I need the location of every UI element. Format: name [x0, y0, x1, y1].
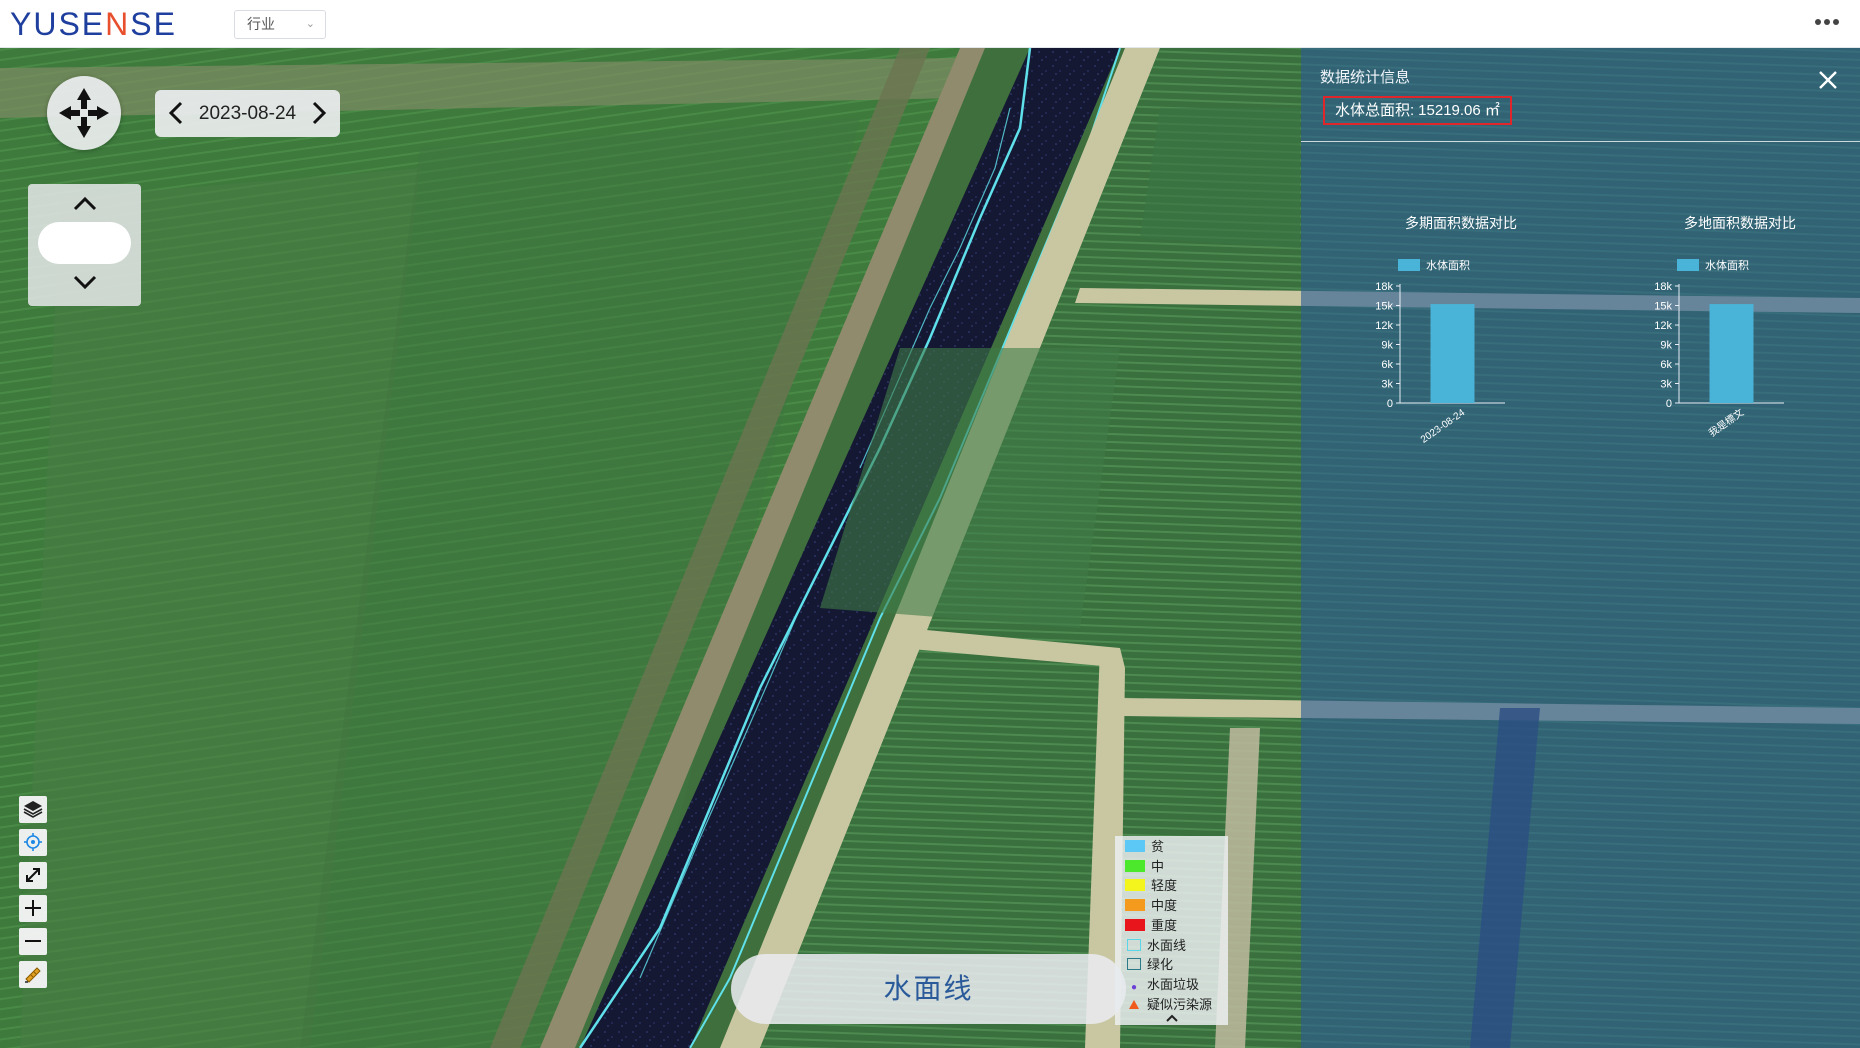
map-legend: 贫中轻度中度重度水面线绿化 ● 水面垃圾疑似污染源 [1115, 836, 1228, 1025]
chart-y-tick-label: 6k [1381, 359, 1393, 371]
legend-item: 轻度 [1125, 878, 1177, 894]
fullscreen-icon [26, 868, 40, 882]
chart-legend-label: 水体面积 [1705, 258, 1749, 272]
locate-icon [24, 833, 42, 851]
industry-select[interactable]: 行业 ⌄ [234, 10, 326, 39]
chart-y-tick-label: 18k [1654, 281, 1672, 293]
legend-outline-swatch [1127, 958, 1141, 971]
layers-icon [23, 801, 43, 818]
chart-y-tick-label: 12k [1654, 320, 1672, 332]
chart-y-tick-label: 15k [1375, 301, 1393, 313]
legend-swatch [1125, 859, 1145, 872]
legend-collapse-button[interactable] [1164, 1011, 1180, 1023]
logo: YUSENSE [10, 6, 177, 42]
locate-button[interactable] [19, 829, 47, 856]
legend-label: 中度 [1151, 898, 1178, 914]
tilt-down-button[interactable] [69, 270, 101, 296]
legend-item: 重度 [1125, 918, 1177, 934]
legend-label: 贫 [1151, 839, 1165, 854]
logo-text-tail: SE [130, 6, 177, 42]
chart-x-tick-label: 我是標文 [1706, 406, 1746, 440]
chart-bar [1709, 304, 1754, 403]
charts-area: 多期面积数据对比水体面积 0 3k 6k 9k 12k 15k 18k 2023-08-24 多地… [1375, 215, 1796, 446]
legend-dot-icon: ● [1130, 981, 1138, 993]
tilt-up-button[interactable] [69, 190, 101, 216]
legend-triangle-icon [1127, 998, 1141, 1010]
logo-text-main: YUSE [10, 6, 106, 42]
chart-y-tick-label: 9k [1660, 340, 1672, 352]
chart-x-tick-label: 2023-08-24 [1419, 407, 1468, 446]
top-bar: YUSENSE 行业 ⌄ [0, 0, 1860, 48]
industry-select-value: 行业 [247, 16, 275, 32]
chart-y-tick-label: 12k [1375, 320, 1393, 332]
measure-button[interactable] [19, 961, 47, 988]
close-icon [1819, 71, 1837, 89]
chart-y-tick-label: 6k [1660, 359, 1672, 371]
recenter-button[interactable] [47, 76, 121, 150]
legend-swatch [1125, 918, 1145, 931]
chart-title: 多地面积数据对比 [1684, 215, 1796, 231]
waterline-layer-button[interactable]: 水面线 [731, 954, 1126, 1024]
current-date: 2023-08-24 [198, 103, 297, 124]
zoom-out-icon [25, 940, 41, 942]
chart-y-tick-label: 0 [1666, 398, 1672, 410]
legend-item: 贫 [1125, 839, 1164, 855]
legend-swatch [1125, 879, 1145, 892]
chart-bar [1430, 304, 1475, 403]
legend-label: 绿化 [1147, 957, 1174, 973]
legend-item: 中 [1125, 859, 1164, 875]
chart-y-tick-label: 15k [1654, 301, 1672, 313]
stats-title: 数据统计信息 [1320, 69, 1411, 86]
legend-label: 水面线 [1147, 937, 1187, 953]
tilt-control [28, 184, 141, 306]
more-menu-button[interactable] [1814, 8, 1840, 41]
total-area-value: 15219.06 ㎡ [1418, 102, 1500, 119]
ruler-icon [25, 967, 41, 983]
legend-item: 绿化 [1125, 957, 1173, 973]
chart-y-tick-label: 0 [1387, 398, 1393, 410]
chevron-up-icon [1166, 1014, 1178, 1022]
legend-swatch [1125, 899, 1145, 912]
panel-divider [1301, 141, 1860, 142]
chevron-up-icon [73, 196, 97, 211]
total-area-label: 水体总面积: [1335, 102, 1415, 119]
chart-y-tick-label: 18k [1375, 281, 1393, 293]
chart-y-tick-label: 3k [1381, 379, 1393, 391]
layers-button[interactable] [19, 796, 47, 823]
chart-y-tick-label: 3k [1660, 379, 1672, 391]
total-area-box: 水体总面积: 15219.06 ㎡ [1323, 96, 1512, 125]
legend-item: 水面线 [1125, 938, 1186, 954]
legend-outline-swatch [1127, 938, 1141, 951]
logo-text-accent: N [105, 6, 131, 42]
chart-legend-swatch [1398, 259, 1420, 271]
close-button[interactable] [1816, 68, 1840, 92]
legend-swatch [1125, 840, 1145, 852]
chart-title: 多期面积数据对比 [1405, 215, 1517, 231]
chevron-down-icon: ⌄ [305, 18, 315, 30]
chart-legend-swatch [1677, 259, 1699, 271]
fullscreen-button[interactable] [19, 862, 47, 889]
zoom-in-button[interactable] [19, 895, 47, 922]
legend-label: 中 [1151, 858, 1165, 874]
legend-label: 重度 [1151, 917, 1178, 933]
zoom-in-icon [25, 900, 41, 916]
date-navigator: 2023-08-24 [155, 90, 340, 137]
chevron-right-icon [312, 101, 327, 125]
legend-label: 疑似污染源 [1147, 996, 1213, 1012]
chart-legend-label: 水体面积 [1426, 258, 1470, 272]
compass-arrows-icon [59, 88, 109, 138]
map-toolbar [19, 796, 47, 994]
stats-panel: 数据统计信息 水体总面积: 15219.06 ㎡ 多期面积数据对比水体面积 0 3k 6… [1301, 48, 1860, 1048]
legend-label: 水面垃圾 [1147, 976, 1200, 992]
legend-label: 轻度 [1151, 878, 1178, 894]
legend-item: 中度 [1125, 898, 1177, 914]
next-date-button[interactable] [306, 98, 332, 128]
tilt-slider-field[interactable] [38, 222, 131, 264]
zoom-out-button[interactable] [19, 928, 47, 955]
chevron-down-icon [73, 275, 97, 290]
app-root: YUSENSE 行业 ⌄ 数据统计信息 水体总面积: 15219.06 ㎡ 多期… [0, 0, 1860, 1048]
more-horizontal-icon [1815, 19, 1839, 25]
legend-item: ● 水面垃圾 [1125, 977, 1199, 993]
chart-y-tick-label: 9k [1381, 340, 1393, 352]
